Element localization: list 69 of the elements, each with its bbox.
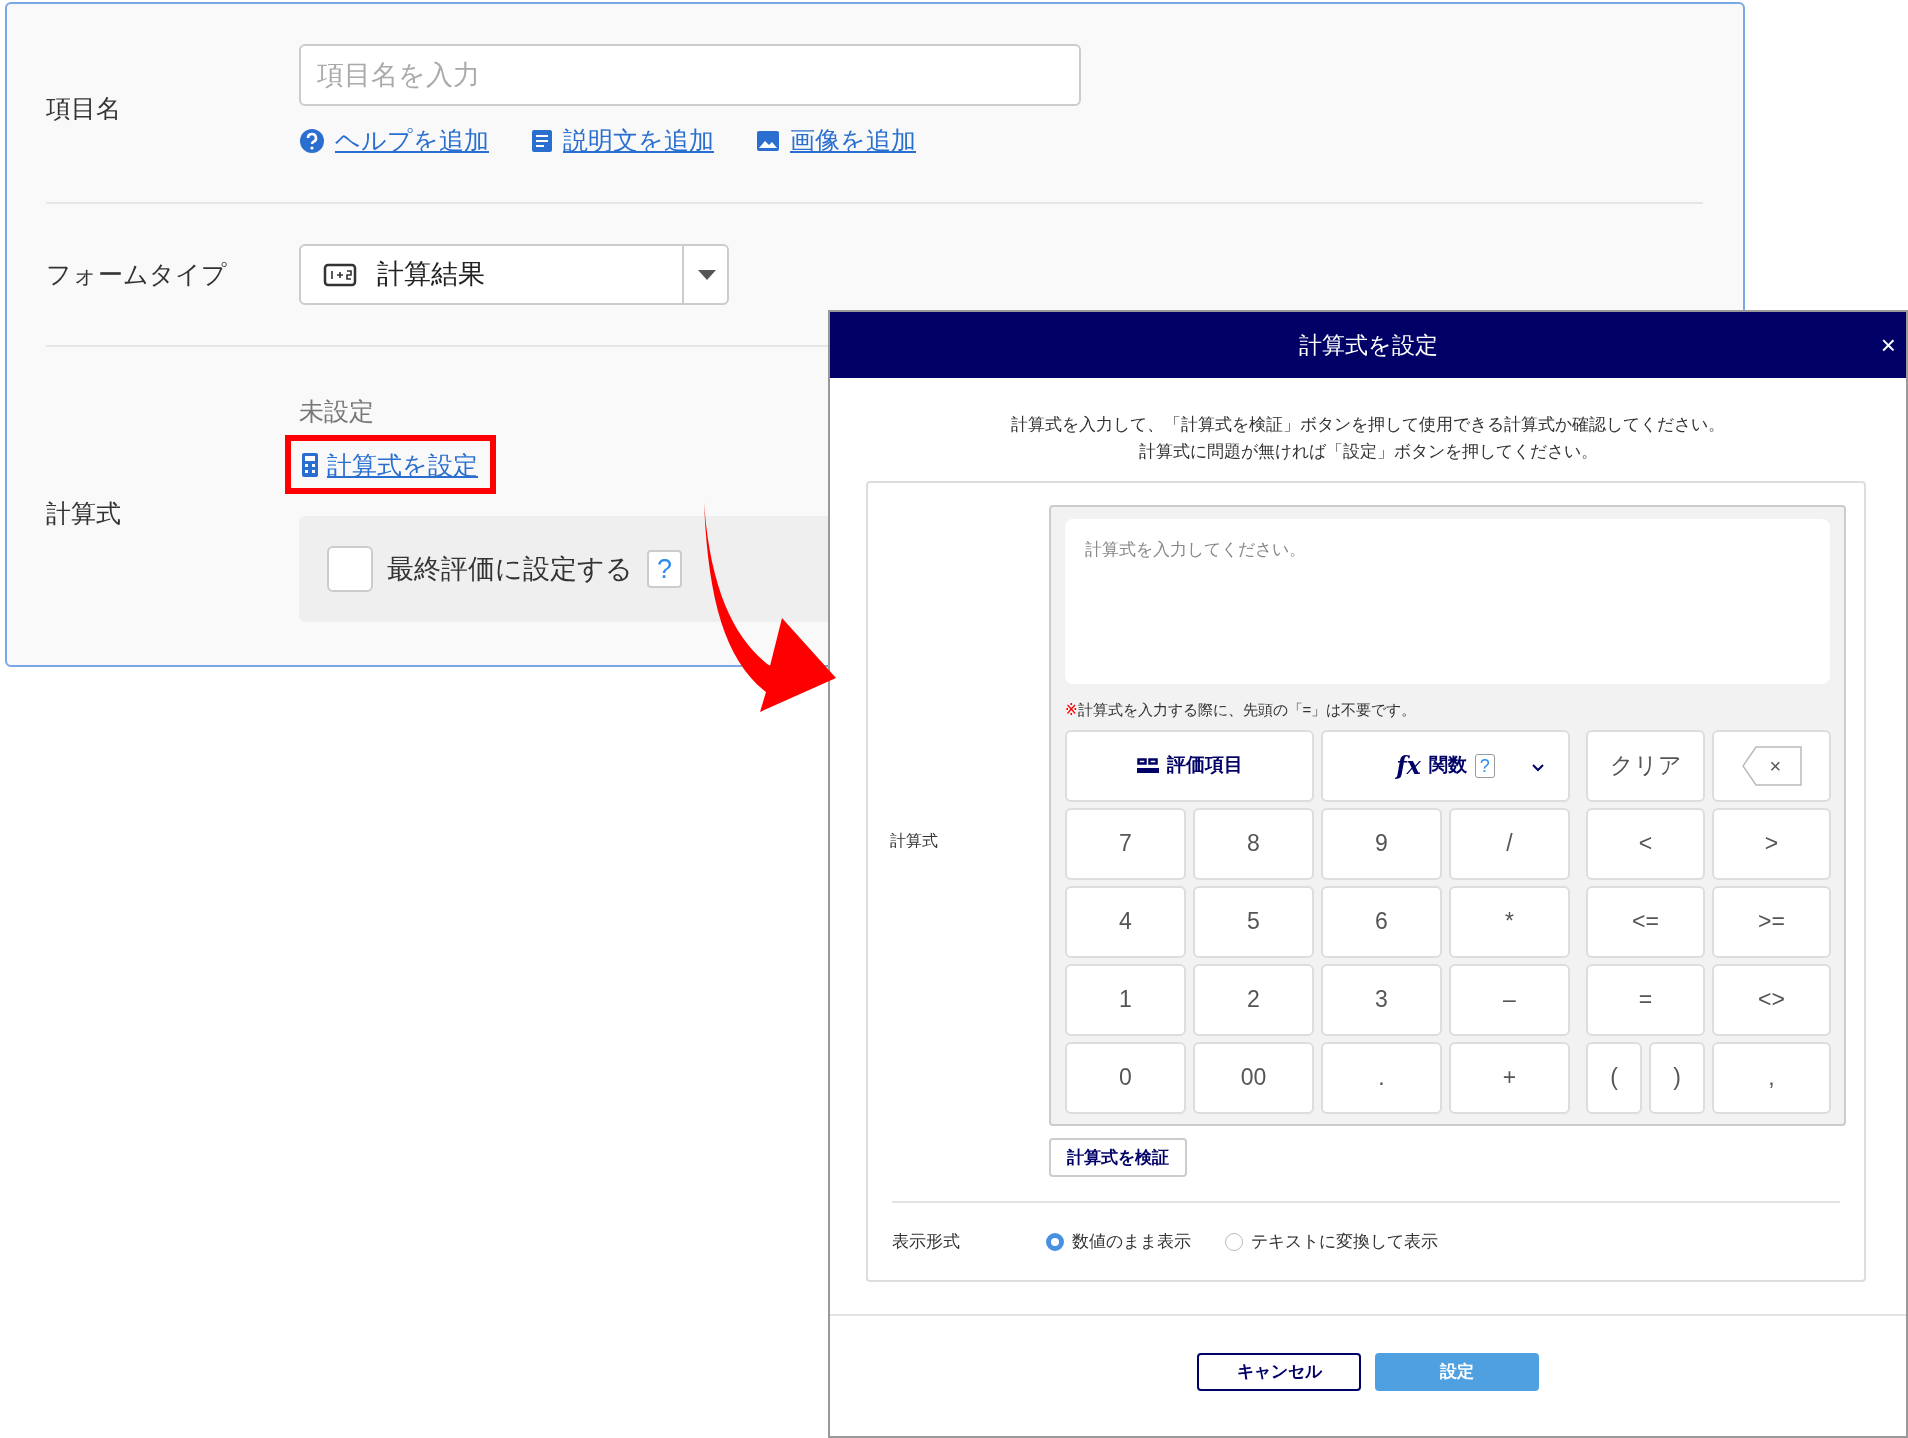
set-formula-link[interactable]: 計算式を設定	[327, 446, 478, 484]
key-button[interactable]: >	[1712, 807, 1831, 880]
status-text: 未設定	[299, 396, 375, 427]
key-button[interactable]: *	[1449, 885, 1570, 958]
key-button[interactable]: =	[1586, 963, 1705, 1036]
key-button[interactable]: .	[1321, 1041, 1442, 1114]
item-name-field[interactable]: 項目名を入力	[299, 44, 1081, 106]
key-button[interactable]: –	[1449, 963, 1570, 1036]
field-label: フォームタイプ	[46, 258, 228, 290]
key-button[interactable]: )	[1649, 1041, 1705, 1114]
items-button[interactable]: 評価項目	[1065, 729, 1314, 802]
help-button[interactable]: ?	[647, 550, 683, 588]
field-label: 計算式	[890, 831, 938, 851]
key-button[interactable]: (	[1586, 1041, 1642, 1114]
key-button[interactable]: ,	[1712, 1041, 1831, 1114]
key-button[interactable]: 0	[1065, 1041, 1186, 1114]
key-button[interactable]: +	[1449, 1041, 1570, 1114]
add-link[interactable]: 画像を追加	[790, 122, 916, 160]
key-button[interactable]: <=	[1586, 885, 1705, 958]
key-button[interactable]: 6	[1321, 885, 1442, 958]
help-icon: ?	[1474, 753, 1495, 778]
backspace-icon	[1741, 745, 1802, 786]
calc-result-icon	[323, 262, 357, 287]
field-label: 項目名	[46, 93, 122, 124]
key-button[interactable]: <	[1586, 807, 1705, 880]
key-button[interactable]: 4	[1065, 885, 1186, 958]
image-icon	[756, 129, 780, 152]
instruction-text: 計算式に問題が無ければ「設定」ボタンを押してください。	[1137, 441, 1599, 463]
formula-field[interactable]: 計算式を入力してください。	[1065, 519, 1830, 684]
close-button[interactable]: ×	[1874, 326, 1902, 365]
key-button[interactable]: <>	[1712, 963, 1831, 1036]
key-button[interactable]: 00	[1193, 1041, 1314, 1114]
key-button[interactable]: 9	[1321, 807, 1442, 880]
key-button[interactable]: >=	[1712, 885, 1831, 958]
help-icon	[299, 127, 325, 154]
select-value: 計算結果	[377, 258, 485, 292]
instruction-text: 計算式を入力して、「計算式を検証」ボタンを押して使用できる計算式か確認してください。	[1010, 414, 1726, 436]
key-button[interactable]: 5	[1193, 885, 1314, 958]
key-button[interactable]: /	[1449, 807, 1570, 880]
note-text: ※計算式を入力する際に、先頭の「=」は不要です。	[1065, 700, 1418, 720]
add-link[interactable]: 説明文を追加	[563, 122, 714, 160]
checkbox-label: 最終評価に設定する	[387, 552, 633, 586]
key-button[interactable]: 3	[1321, 963, 1442, 1036]
field-label: 計算式	[46, 498, 122, 529]
key-button[interactable]: 1	[1065, 963, 1186, 1036]
form-type-select[interactable]: 計算結果	[299, 244, 729, 305]
radio-label: 数値のまま表示	[1072, 1231, 1191, 1253]
field-label: 表示形式	[892, 1232, 960, 1251]
key-label: ×	[1769, 753, 1782, 779]
clear-button[interactable]: クリア	[1586, 729, 1705, 802]
calculator-icon	[301, 452, 319, 479]
key-button[interactable]: 7	[1065, 807, 1186, 880]
radio-button[interactable]	[1046, 1232, 1064, 1251]
backspace-button[interactable]: ×	[1712, 729, 1831, 802]
key-button[interactable]: 2	[1193, 963, 1314, 1036]
radio-button[interactable]	[1225, 1232, 1243, 1251]
fx-icon: fx	[1396, 747, 1421, 784]
document-icon	[531, 128, 553, 153]
add-link[interactable]: ヘルプを追加	[335, 122, 489, 160]
radio-label: テキストに変換して表示	[1251, 1231, 1438, 1253]
dialog-title: 計算式を設定	[1298, 330, 1438, 360]
chevron-down-icon	[1532, 763, 1544, 772]
items-icon	[1136, 757, 1159, 774]
checkbox[interactable]	[327, 546, 373, 592]
cancel-button[interactable]: キャンセル	[1197, 1353, 1361, 1391]
verify-button[interactable]: 計算式を検証	[1049, 1137, 1187, 1177]
key-button[interactable]: 8	[1193, 807, 1314, 880]
caret-down-icon	[698, 269, 716, 280]
functions-button[interactable]: fx 関数 ?	[1321, 729, 1570, 802]
